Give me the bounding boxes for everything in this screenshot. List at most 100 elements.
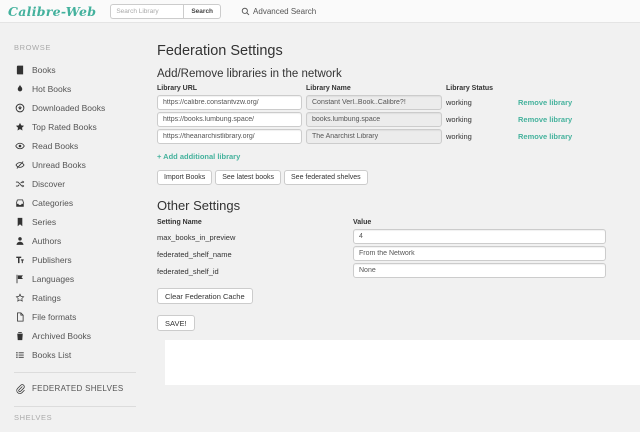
see-federated-shelves-button[interactable]: See federated shelves	[284, 170, 368, 185]
sidebar-item-federated-shelves[interactable]: FEDERATED SHELVES	[0, 379, 140, 398]
sidebar-item-label: Discover	[32, 178, 66, 189]
other-settings-heading: Other Settings	[157, 198, 241, 213]
browse-section-header: BROWSE	[14, 43, 51, 52]
settings-table-body: max_books_in_preview federated_shelf_name…	[157, 229, 640, 278]
sidebar-item-label: Authors	[32, 235, 62, 246]
sidebar-item-downloaded-books[interactable]: Downloaded Books	[0, 98, 140, 117]
book-icon	[14, 65, 25, 75]
library-name-input	[306, 112, 442, 127]
column-header-value: Value	[353, 219, 372, 226]
setting-value-input[interactable]	[353, 263, 606, 278]
sidebar-item-label: Downloaded Books	[32, 102, 106, 113]
inbox-icon	[14, 198, 25, 208]
download-icon	[14, 103, 25, 113]
sidebar-item-label: Archived Books	[32, 330, 92, 341]
sidebar-item-books[interactable]: Books	[0, 60, 140, 79]
libraries-section-heading: Add/Remove libraries in the network	[157, 68, 342, 80]
sidebar-item-books-list[interactable]: Books List	[0, 345, 140, 364]
trash-icon	[14, 331, 25, 341]
star-empty-icon	[14, 292, 25, 303]
file-icon	[14, 311, 25, 322]
page-title: Federation Settings	[157, 43, 283, 59]
paperclip-icon	[14, 383, 25, 394]
sidebar-item-top-rated-books[interactable]: Top Rated Books	[0, 117, 140, 136]
library-status: working	[446, 98, 472, 107]
sidebar-item-label: File formats	[32, 311, 77, 322]
see-latest-books-button[interactable]: See latest books	[215, 170, 282, 185]
sidebar-item-publishers[interactable]: Publishers	[0, 250, 140, 269]
main-content: Federation Settings Add/Remove libraries…	[140, 23, 640, 432]
top-header: Calibre-Web Search Advanced Search	[0, 0, 640, 23]
sidebar-item-label: Read Books	[32, 140, 79, 151]
user-icon	[14, 236, 25, 246]
sidebar-item-archived-books[interactable]: Archived Books	[0, 326, 140, 345]
sidebar-item-categories[interactable]: Categories	[0, 193, 140, 212]
save-button[interactable]: SAVE!	[157, 315, 195, 331]
library-url-input[interactable]	[157, 112, 302, 127]
setting-row: max_books_in_preview	[157, 229, 640, 244]
empty-results-panel	[165, 340, 640, 385]
setting-name: federated_shelf_name	[157, 250, 232, 259]
import-books-button[interactable]: Import Books	[157, 170, 213, 185]
column-header-library-name: Library Name	[306, 85, 351, 92]
library-name-input	[306, 129, 442, 144]
sidebar-item-label: Unread Books	[32, 159, 86, 170]
sidebar-item-hot-books[interactable]: Hot Books	[0, 79, 140, 98]
eye-open-icon	[14, 141, 25, 151]
library-url-input[interactable]	[157, 95, 302, 110]
sidebar-item-label: Top Rated Books	[32, 121, 97, 132]
fire-icon	[14, 84, 25, 94]
library-row: working Remove library	[157, 129, 640, 144]
flag-icon	[14, 274, 25, 284]
remove-library-link[interactable]: Remove library	[518, 132, 572, 141]
sidebar-item-label: FEDERATED SHELVES	[32, 384, 124, 393]
sidebar-item-read-books[interactable]: Read Books	[0, 136, 140, 155]
setting-row: federated_shelf_name	[157, 246, 640, 261]
library-url-input[interactable]	[157, 129, 302, 144]
eye-close-icon	[14, 160, 25, 170]
sidebar-item-label: Ratings	[32, 292, 61, 303]
libraries-table-header: Library URL Library Name Library Status	[157, 85, 640, 92]
app-logo[interactable]: Calibre-Web	[8, 4, 96, 19]
sidebar-item-file-formats[interactable]: File formats	[0, 307, 140, 326]
sidebar-item-label: Publishers	[32, 254, 72, 265]
column-header-setting-name: Setting Name	[157, 219, 202, 226]
setting-row: federated_shelf_id	[157, 263, 640, 278]
list-icon	[14, 350, 25, 360]
text-size-icon	[14, 255, 25, 265]
remove-library-link[interactable]: Remove library	[518, 115, 572, 124]
clear-federation-cache-button[interactable]: Clear Federation Cache	[157, 288, 253, 304]
libraries-table-body: working Remove library working Remove libra…	[157, 95, 640, 144]
advanced-search-label: Advanced Search	[253, 6, 317, 16]
shelves-section-header: SHELVES	[14, 413, 53, 422]
sidebar-divider	[14, 372, 136, 373]
sidebar: BROWSE Books Hot Books Downloaded Books Top…	[0, 23, 140, 432]
search-input[interactable]	[110, 3, 184, 19]
sidebar-item-ratings[interactable]: Ratings	[0, 288, 140, 307]
remove-library-link[interactable]: Remove library	[518, 98, 572, 107]
setting-name: max_books_in_preview	[157, 233, 236, 242]
random-icon	[14, 179, 25, 189]
sidebar-item-discover[interactable]: Discover	[0, 174, 140, 193]
add-library-link[interactable]: + Add additional library	[157, 152, 240, 161]
sidebar-item-label: Hot Books	[32, 83, 72, 94]
sidebar-item-label: Series	[32, 216, 57, 227]
advanced-search-link[interactable]: Advanced Search	[241, 7, 316, 16]
sidebar-item-languages[interactable]: Languages	[0, 269, 140, 288]
setting-value-input[interactable]	[353, 246, 606, 261]
setting-value-input[interactable]	[353, 229, 606, 244]
sidebar-divider	[14, 406, 136, 407]
sidebar-item-label: Languages	[32, 273, 75, 284]
sidebar-item-unread-books[interactable]: Unread Books	[0, 155, 140, 174]
sidebar-item-series[interactable]: Series	[0, 212, 140, 231]
sidebar-nav: Books Hot Books Downloaded Books Top Rated …	[0, 60, 140, 364]
star-icon	[14, 122, 25, 132]
search-button[interactable]: Search	[183, 3, 222, 19]
column-header-library-status: Library Status	[446, 85, 494, 92]
sidebar-item-authors[interactable]: Authors	[0, 231, 140, 250]
setting-name: federated_shelf_id	[157, 267, 219, 276]
settings-table-header: Setting Name Value	[157, 219, 640, 226]
sidebar-item-label: Books List	[32, 349, 72, 360]
search-group: Search	[110, 3, 222, 19]
library-name-input	[306, 95, 442, 110]
